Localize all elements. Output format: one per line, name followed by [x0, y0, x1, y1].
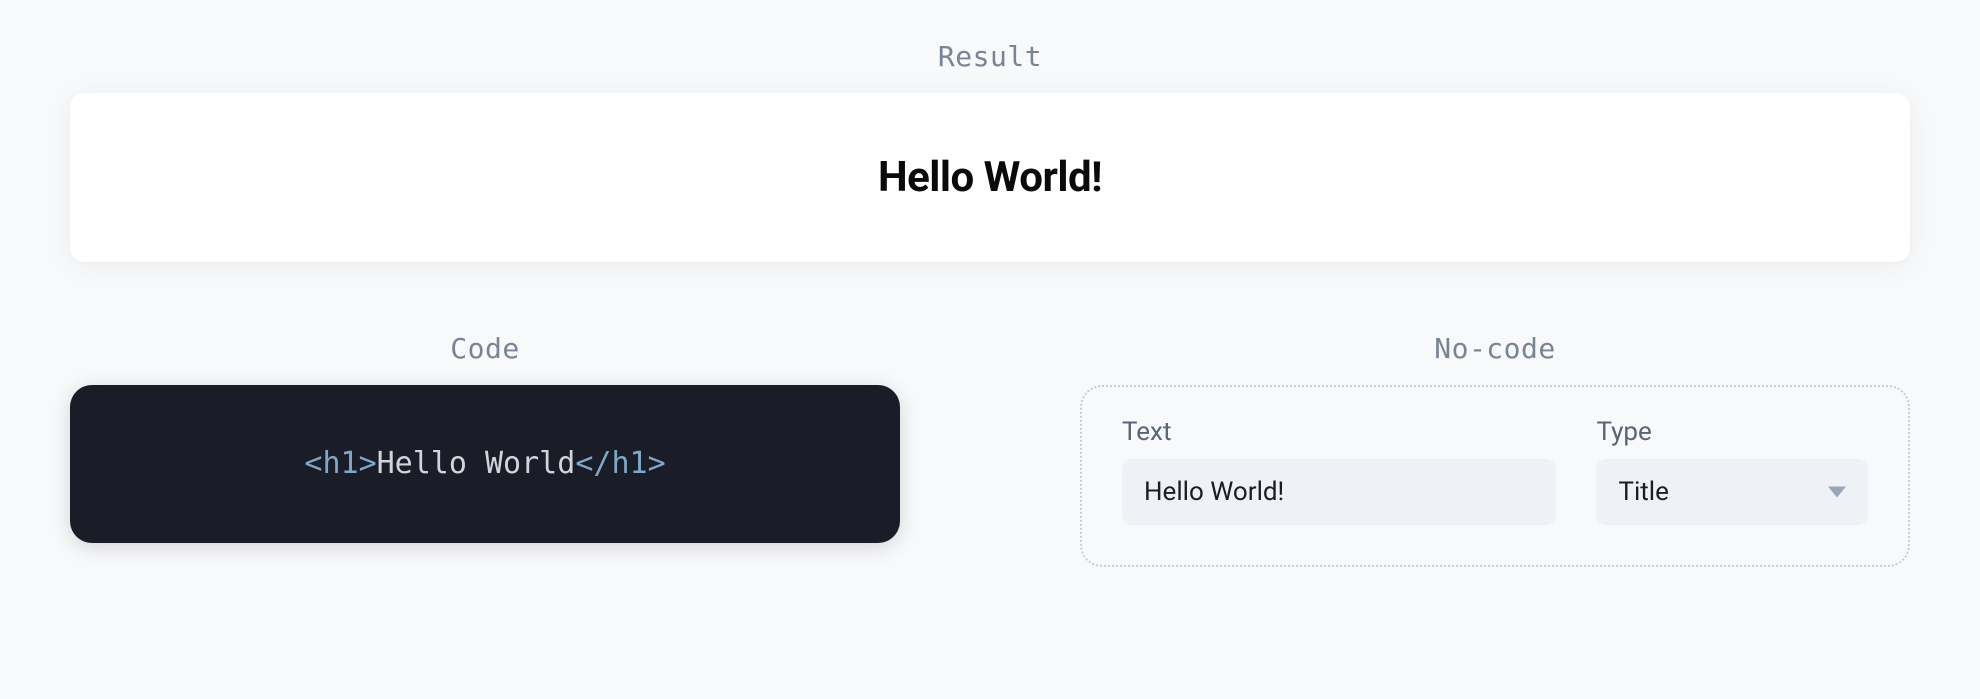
type-select[interactable]: Title [1596, 459, 1868, 525]
type-select-wrapper: Title [1596, 459, 1868, 525]
text-field-label: Text [1122, 417, 1556, 447]
code-open-close-angle: </ [575, 446, 611, 481]
nocode-config-box: Text Type Title [1080, 385, 1910, 567]
code-close-angle: > [359, 446, 377, 481]
app-container: Result Hello World! Code <h1>Hello World… [0, 0, 1980, 699]
code-inner-text: Hello World [377, 446, 576, 481]
code-tag-open: h1 [322, 446, 358, 481]
nocode-column: No-code Text Type Title [1080, 332, 1910, 567]
code-block: <h1>Hello World</h1> [70, 385, 900, 543]
text-input[interactable] [1122, 459, 1556, 525]
code-tag-close: h1 [611, 446, 647, 481]
type-field-label: Type [1596, 417, 1868, 447]
columns-row: Code <h1>Hello World</h1> No-code Text T… [70, 332, 1910, 567]
result-preview-box: Hello World! [70, 93, 1910, 262]
text-field-group: Text [1122, 417, 1556, 525]
code-final-angle: > [648, 446, 666, 481]
nocode-section-label: No-code [1434, 332, 1556, 365]
code-section-label: Code [450, 332, 519, 365]
result-heading: Hello World! [110, 153, 1870, 202]
code-column: Code <h1>Hello World</h1> [70, 332, 900, 543]
result-section-label: Result [70, 40, 1910, 73]
type-field-group: Type Title [1596, 417, 1868, 525]
code-open-angle: < [304, 446, 322, 481]
